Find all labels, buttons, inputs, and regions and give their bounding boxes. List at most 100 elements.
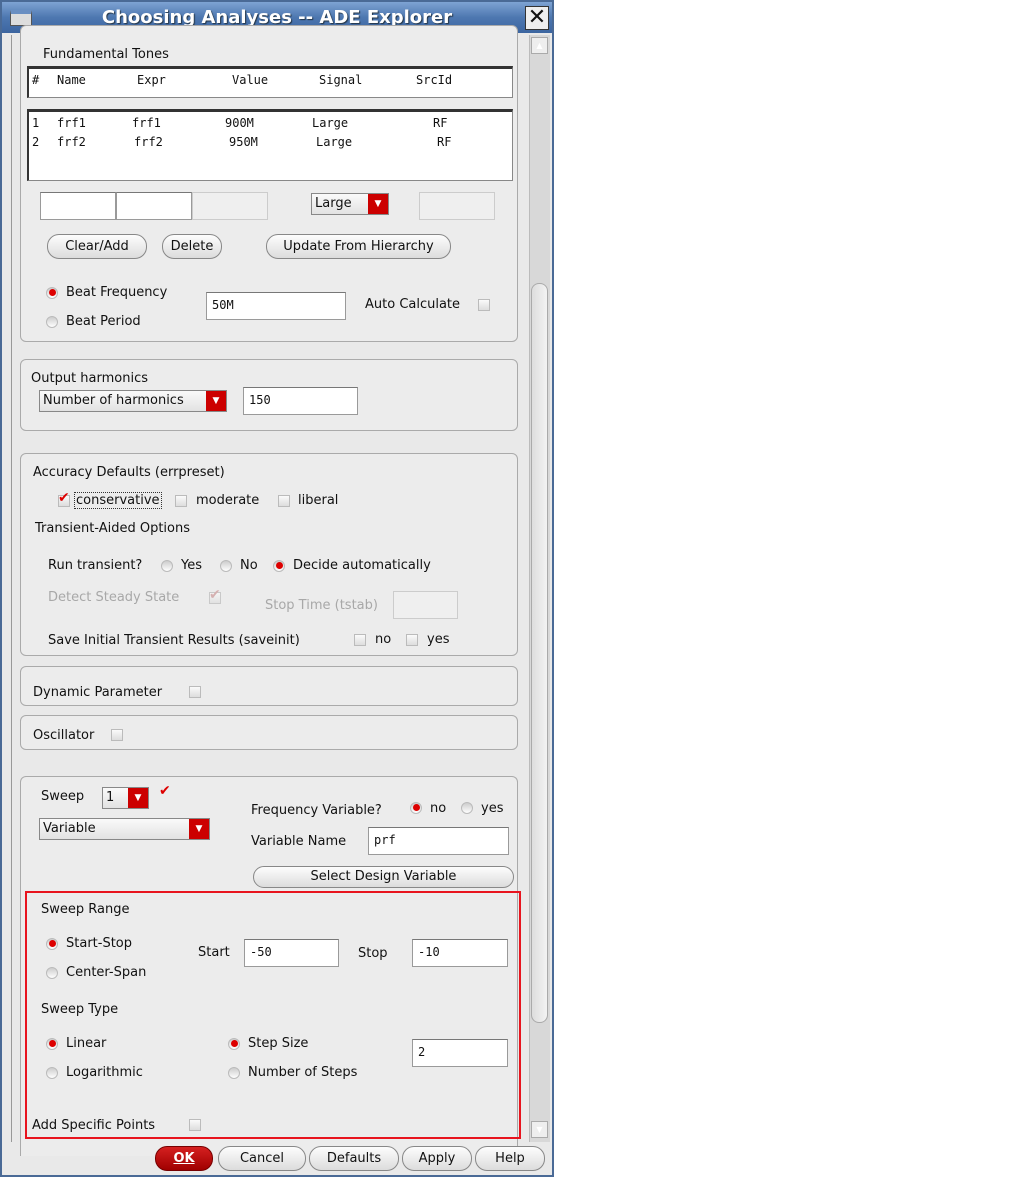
beat-frequency-input[interactable]: 50M bbox=[206, 292, 346, 320]
variable-name-label: Variable Name bbox=[251, 834, 347, 849]
tone-value-input[interactable] bbox=[192, 192, 268, 220]
scroll-up-icon[interactable]: ▲ bbox=[531, 37, 548, 54]
chevron-down-icon: ▼ bbox=[206, 391, 226, 411]
sweep-type-select[interactable]: Variable ▼ bbox=[39, 818, 210, 840]
save-no-label: no bbox=[375, 632, 392, 647]
vertical-scrollbar[interactable]: ▲ ▼ bbox=[529, 35, 550, 1142]
beat-frequency-radio[interactable] bbox=[46, 287, 58, 299]
transient-options-label: Transient-Aided Options bbox=[35, 521, 191, 536]
signal-select[interactable]: Large ▼ bbox=[311, 193, 389, 215]
srcid-input[interactable] bbox=[419, 192, 495, 220]
stop-time-input[interactable] bbox=[393, 591, 458, 619]
save-yes-label: yes bbox=[427, 632, 450, 647]
cell: RF bbox=[433, 116, 448, 130]
center-span-label: Center-Span bbox=[66, 965, 147, 980]
variable-name-input[interactable]: prf bbox=[368, 827, 509, 855]
add-specific-points-checkbox[interactable] bbox=[189, 1119, 201, 1131]
scrollbar-thumb[interactable] bbox=[531, 283, 548, 1023]
cell: Large bbox=[312, 116, 349, 130]
step-value-input[interactable]: 2 bbox=[412, 1039, 508, 1067]
sweep-count-value: 1 bbox=[106, 790, 115, 805]
ok-button[interactable]: OK bbox=[155, 1146, 213, 1171]
help-button[interactable]: Help bbox=[475, 1146, 545, 1171]
decide-automatically-label: Decide automatically bbox=[293, 558, 431, 573]
sweep-type-label: Sweep Type bbox=[41, 1002, 119, 1017]
dynamic-parameter-checkbox[interactable] bbox=[189, 686, 201, 698]
conservative-checkbox[interactable] bbox=[58, 490, 70, 507]
stop-label: Stop bbox=[358, 946, 388, 961]
linear-radio[interactable] bbox=[46, 1038, 58, 1050]
no-label: No bbox=[240, 558, 258, 573]
auto-calculate-checkbox[interactable] bbox=[478, 299, 490, 311]
run-transient-label: Run transient? bbox=[48, 558, 143, 573]
beat-frequency-label: Beat Frequency bbox=[66, 285, 168, 300]
sweep-label: Sweep bbox=[41, 789, 85, 804]
signal-select-value: Large bbox=[315, 196, 352, 211]
logarithmic-radio[interactable] bbox=[46, 1067, 58, 1079]
sweep-range-highlight: Sweep Range Start-Stop Center-Span Start… bbox=[25, 891, 521, 1139]
run-transient-no-radio[interactable] bbox=[220, 560, 232, 572]
start-stop-radio[interactable] bbox=[46, 938, 58, 950]
oscillator-label: Oscillator bbox=[33, 728, 95, 743]
clear-add-button[interactable]: Clear/Add bbox=[47, 234, 147, 259]
sweep-count-select[interactable]: 1 ▼ bbox=[102, 787, 149, 809]
sweep-checkbox[interactable] bbox=[159, 783, 172, 801]
detect-steady-state-label: Detect Steady State bbox=[48, 590, 180, 605]
sweep-range-label: Sweep Range bbox=[41, 902, 130, 917]
chevron-down-icon: ▼ bbox=[189, 819, 209, 839]
fundamental-tones-label: Fundamental Tones bbox=[43, 47, 169, 62]
cell: 1 bbox=[32, 116, 40, 130]
chevron-down-icon: ▼ bbox=[368, 194, 388, 214]
select-design-variable-button[interactable]: Select Design Variable bbox=[253, 866, 514, 888]
apply-button[interactable]: Apply bbox=[402, 1146, 472, 1171]
accuracy-label: Accuracy Defaults (errpreset) bbox=[33, 465, 225, 480]
dynamic-parameter-group: Dynamic Parameter bbox=[20, 666, 518, 706]
sweep-type-value: Variable bbox=[43, 821, 96, 836]
beat-period-radio[interactable] bbox=[46, 316, 58, 328]
add-specific-points-label: Add Specific Points bbox=[32, 1118, 156, 1133]
save-init-label: Save Initial Transient Results (saveinit… bbox=[48, 633, 300, 648]
conservative-label: conservative bbox=[74, 492, 162, 509]
oscillator-group: Oscillator bbox=[20, 715, 518, 750]
auto-calculate-label: Auto Calculate bbox=[365, 297, 461, 312]
tone-expr-input[interactable] bbox=[116, 192, 192, 220]
output-harmonics-group: Output harmonics Number of harmonics ▼ 15… bbox=[20, 359, 518, 431]
beat-period-label: Beat Period bbox=[66, 314, 141, 329]
step-size-radio[interactable] bbox=[228, 1038, 240, 1050]
save-init-no-checkbox[interactable] bbox=[354, 634, 366, 646]
cancel-button[interactable]: Cancel bbox=[218, 1146, 306, 1171]
harmonics-select[interactable]: Number of harmonics ▼ bbox=[39, 390, 227, 412]
tones-table[interactable]: 1 frf1 frf1 900M Large RF 2 frf2 frf2 95… bbox=[27, 109, 513, 181]
cell: frf2 bbox=[134, 135, 163, 149]
scroll-down-icon[interactable]: ▼ bbox=[531, 1121, 548, 1138]
detect-steady-state-checkbox[interactable] bbox=[209, 587, 221, 604]
tone-name-input[interactable] bbox=[40, 192, 116, 220]
freq-var-yes-radio[interactable] bbox=[461, 802, 473, 814]
col-header: # bbox=[32, 73, 40, 87]
freq-var-no-radio[interactable] bbox=[410, 802, 422, 814]
run-transient-yes-radio[interactable] bbox=[161, 560, 173, 572]
start-input[interactable]: -50 bbox=[244, 939, 339, 967]
close-button[interactable]: ✕ bbox=[525, 6, 549, 30]
moderate-label: moderate bbox=[196, 493, 260, 508]
defaults-button[interactable]: Defaults bbox=[309, 1146, 399, 1171]
delete-button[interactable]: Delete bbox=[162, 234, 222, 259]
yes-label: Yes bbox=[181, 558, 202, 573]
harmonics-input[interactable]: 150 bbox=[243, 387, 358, 415]
decide-automatically-radio[interactable] bbox=[273, 560, 285, 572]
center-span-radio[interactable] bbox=[46, 967, 58, 979]
start-label: Start bbox=[198, 945, 230, 960]
stop-input[interactable]: -10 bbox=[412, 939, 508, 967]
liberal-checkbox[interactable] bbox=[278, 495, 290, 507]
number-of-steps-radio[interactable] bbox=[228, 1067, 240, 1079]
output-harmonics-label: Output harmonics bbox=[31, 371, 148, 386]
moderate-checkbox[interactable] bbox=[175, 495, 187, 507]
harmonics-select-value: Number of harmonics bbox=[43, 393, 184, 408]
col-header: Signal bbox=[319, 73, 363, 87]
accuracy-group: Accuracy Defaults (errpreset) conservati… bbox=[20, 453, 518, 656]
update-from-hierarchy-button[interactable]: Update From Hierarchy bbox=[266, 234, 451, 259]
oscillator-checkbox[interactable] bbox=[111, 729, 123, 741]
save-init-yes-checkbox[interactable] bbox=[406, 634, 418, 646]
logarithmic-label: Logarithmic bbox=[66, 1065, 143, 1080]
col-header: SrcId bbox=[416, 73, 453, 87]
